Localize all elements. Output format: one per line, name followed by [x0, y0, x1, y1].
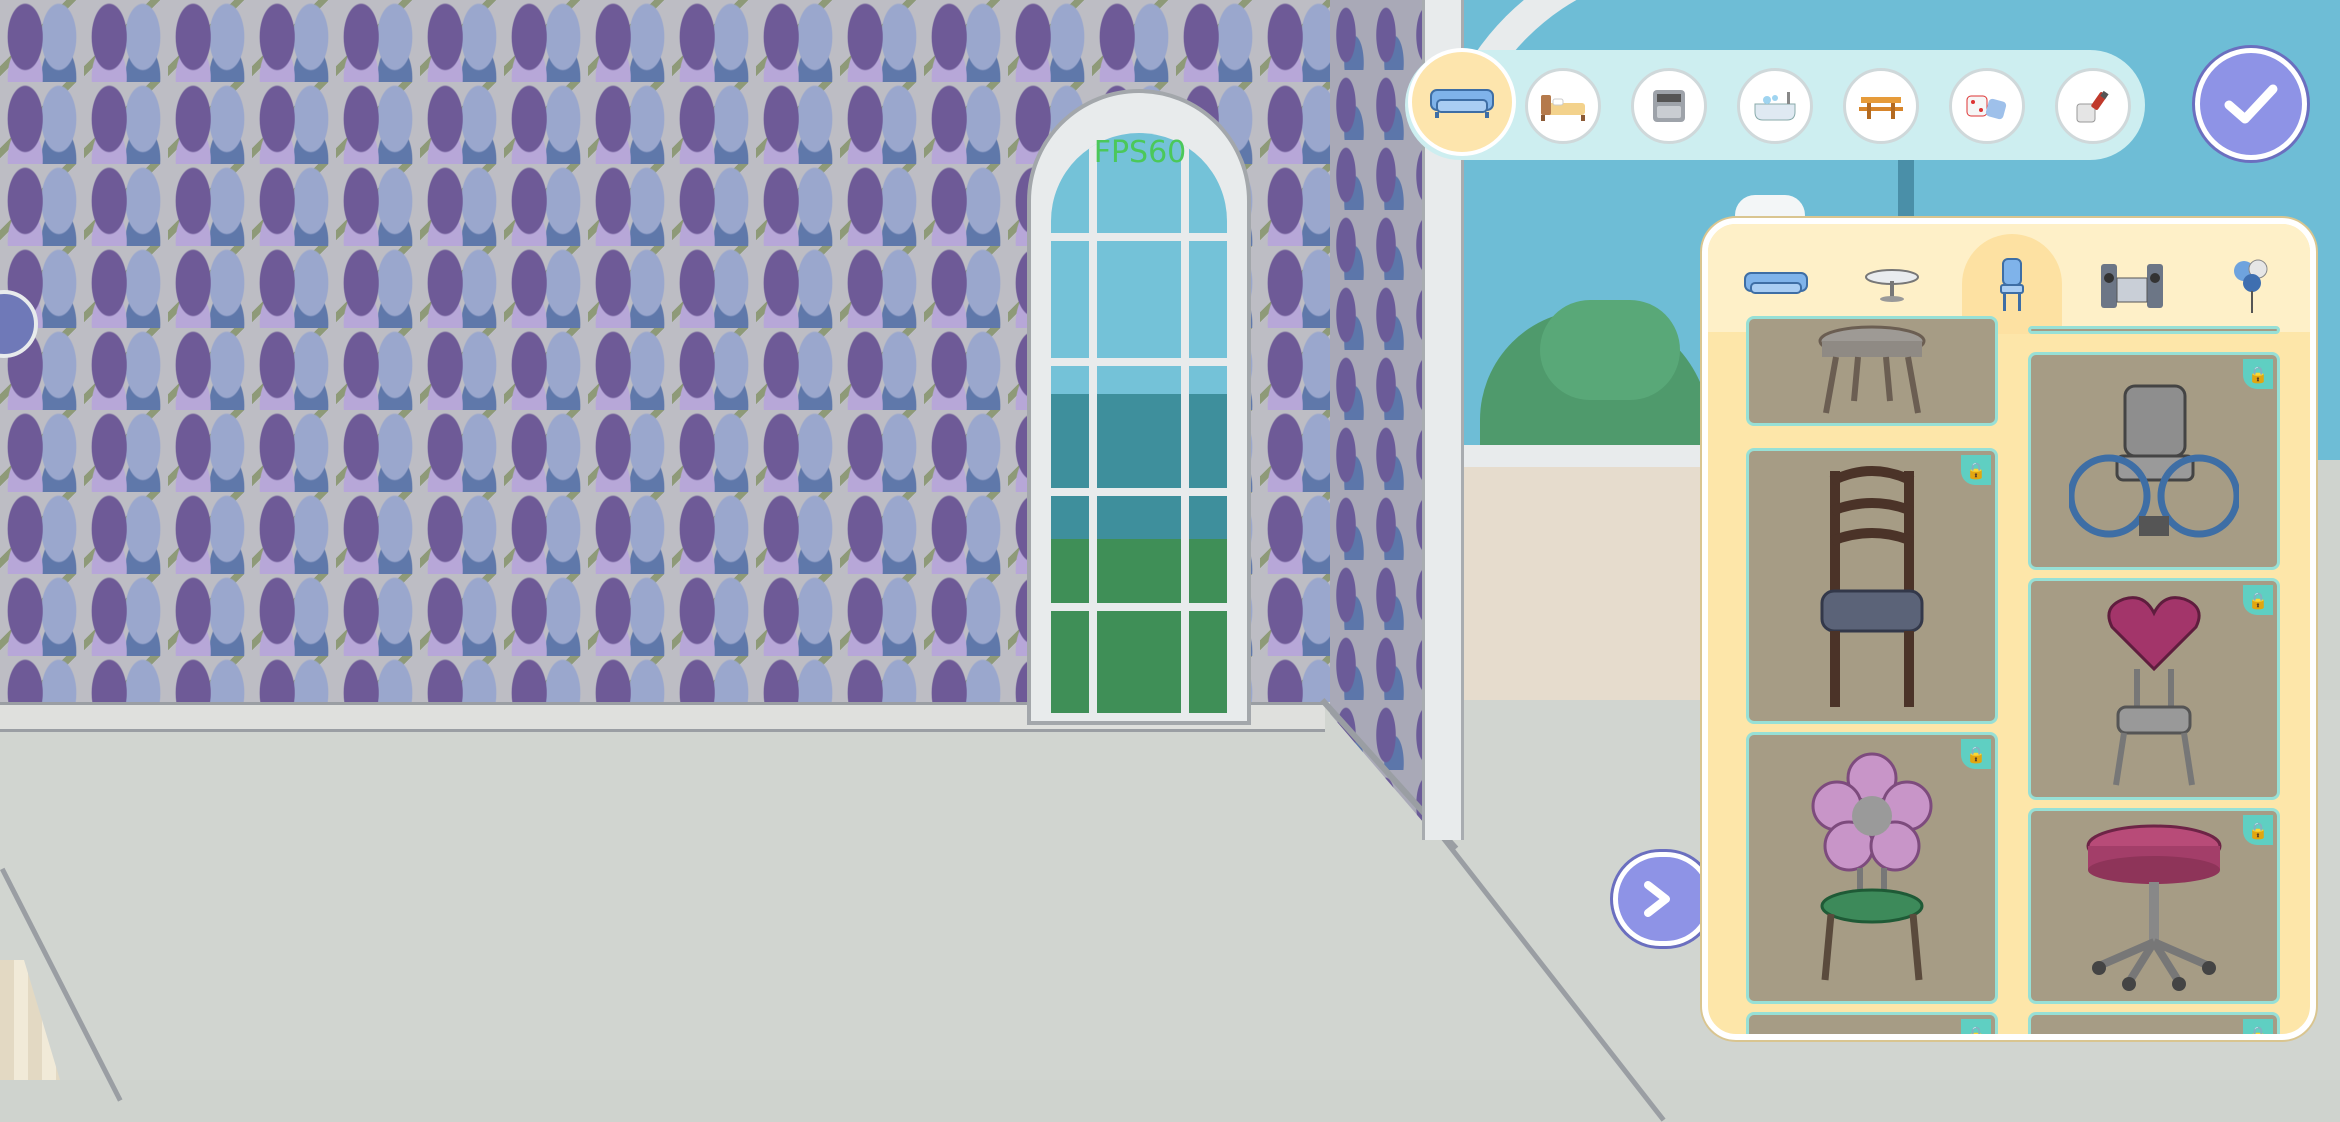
paint-bucket-icon	[2076, 90, 2109, 123]
category-toolbar	[1405, 50, 2145, 160]
picnic-table-icon	[1859, 97, 1903, 119]
window-mullion	[1051, 603, 1227, 611]
round-stool-icon	[1818, 325, 1926, 414]
item-partial-bottom[interactable]: 🔒	[2028, 1012, 2280, 1034]
stereo-icon	[2101, 264, 2163, 308]
bathtub-icon	[1754, 92, 1796, 121]
item-wooden-ladder-back-chair[interactable]: 🔒	[1746, 448, 1998, 724]
dice-toys-icon	[1966, 95, 2007, 120]
lock-icon: 🔒	[1961, 739, 1991, 769]
office-stool-icon	[2086, 824, 2222, 991]
arched-window[interactable]	[1027, 89, 1251, 725]
chevron-right-icon	[1644, 881, 1670, 917]
category-decor-button[interactable]	[2055, 68, 2131, 144]
window-mullion	[1181, 133, 1189, 713]
round-table-icon	[1865, 269, 1919, 302]
item-top-partial	[2028, 326, 2280, 334]
wheelchair-icon	[2069, 384, 2239, 538]
window-mullion	[1089, 133, 1097, 713]
sofa-icon	[1430, 89, 1494, 118]
lock-icon: 🔒	[1961, 1019, 1991, 1034]
wooden-chair-icon	[1820, 466, 1924, 707]
heart-chair-icon	[2107, 596, 2201, 786]
city-tower	[1898, 155, 1914, 225]
lock-icon: 🔒	[1961, 455, 1991, 485]
confirm-button[interactable]	[2195, 48, 2307, 160]
category-bedroom-button[interactable]	[1525, 68, 1601, 144]
lock-icon: 🔒	[2243, 359, 2273, 389]
category-bathroom-button[interactable]	[1737, 68, 1813, 144]
balloons-icon	[2234, 259, 2268, 313]
item-heart-back-chair[interactable]: 🔒	[2028, 578, 2280, 800]
window-mullion	[1051, 233, 1227, 241]
window-mullion	[1051, 488, 1227, 496]
chair-icon	[2000, 258, 2024, 311]
item-partial-bottom[interactable]: 🔒	[1746, 1012, 1998, 1034]
stove-icon	[1653, 90, 1685, 122]
checkmark-icon	[2224, 84, 2278, 124]
sofa-icon	[1744, 272, 1808, 294]
expand-panel-button[interactable]	[1613, 852, 1713, 946]
lock-icon: 🔒	[2243, 815, 2273, 845]
item-flower-back-chair[interactable]: 🔒	[1746, 732, 1998, 1004]
flower-chair-icon	[1811, 752, 1933, 981]
item-round-stool[interactable]	[1746, 316, 1998, 426]
item-pink-office-stool[interactable]: 🔒	[2028, 808, 2280, 1004]
category-toys-button[interactable]	[1949, 68, 2025, 144]
fps-counter: FPS60	[1093, 135, 1187, 170]
window-glass	[1051, 133, 1227, 713]
furniture-panel: 🔒 🔒 🔒 🔒 🔒 🔒 🔒	[1702, 218, 2316, 1040]
item-wheelchair[interactable]: 🔒	[2028, 352, 2280, 570]
tab-electronics[interactable]	[2084, 242, 2180, 328]
window-mullion	[1051, 358, 1227, 366]
category-kitchen-button[interactable]	[1631, 68, 1707, 144]
category-living-room-button[interactable]	[1408, 48, 1516, 156]
lock-icon: 🔒	[2243, 1019, 2273, 1034]
tab-decorations[interactable]	[2204, 242, 2300, 328]
lock-icon: 🔒	[2243, 585, 2273, 615]
bed-icon	[1541, 95, 1585, 121]
category-outdoor-button[interactable]	[1843, 68, 1919, 144]
